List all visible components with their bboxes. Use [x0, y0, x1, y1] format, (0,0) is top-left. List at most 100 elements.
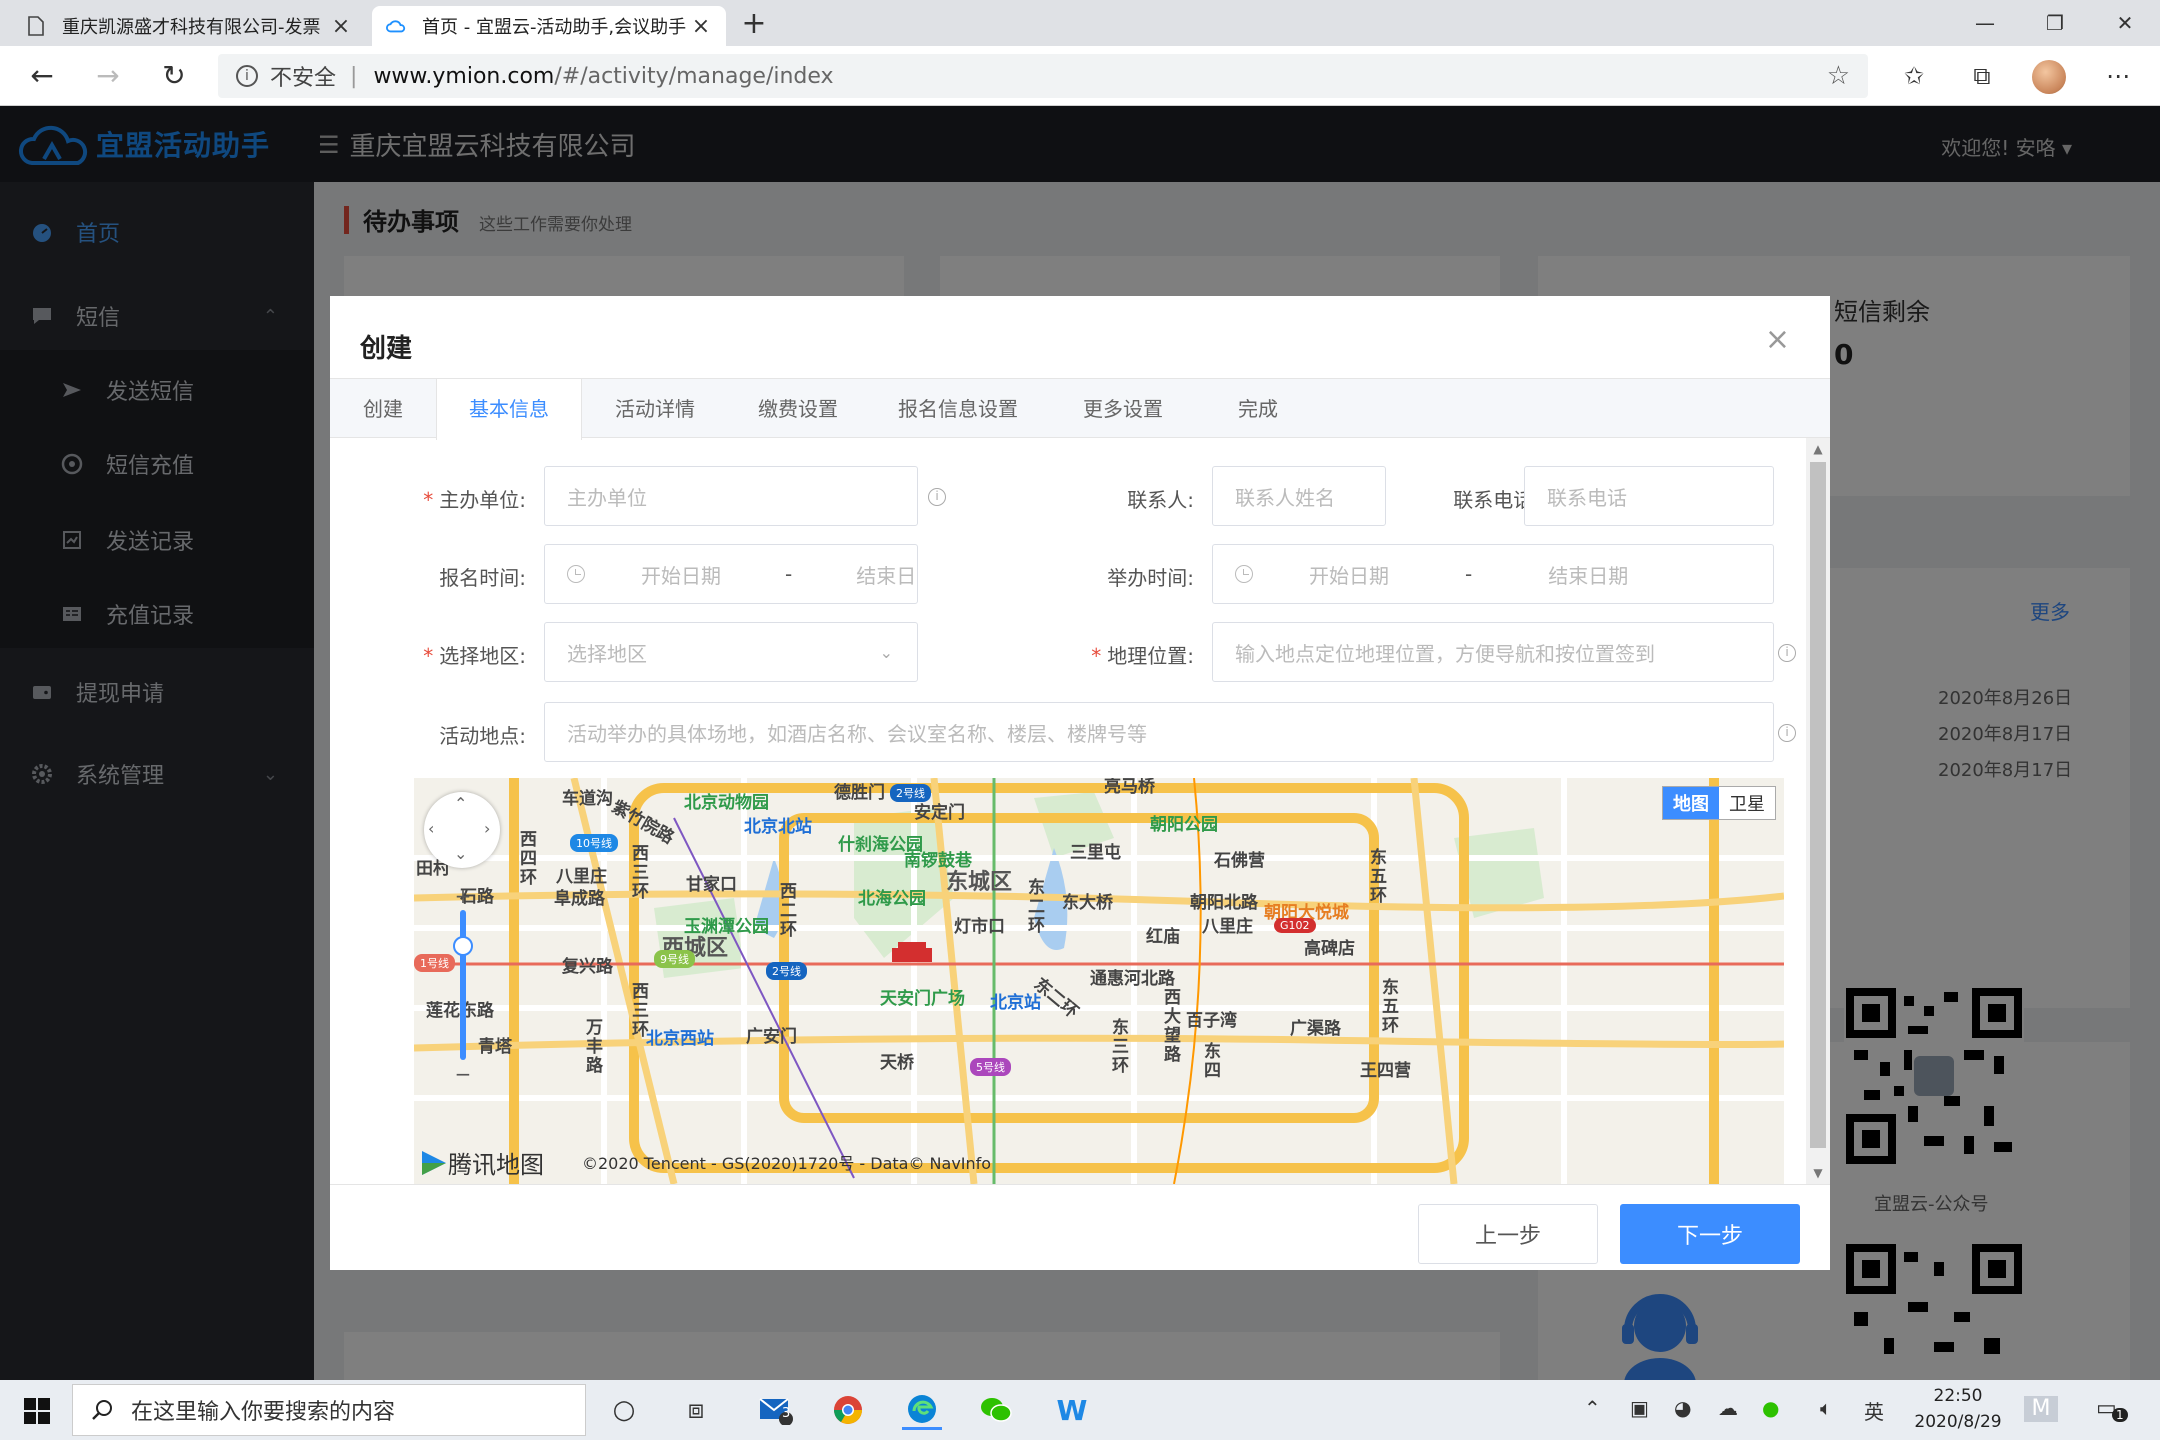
writer-app-icon[interactable]: W [1052, 1390, 1092, 1430]
organizer-input[interactable]: 主办单位 [544, 466, 918, 526]
tab-create[interactable]: 创建 [330, 379, 436, 439]
browser-tab-home[interactable]: 首页 - 宜盟云-活动助手,会议助手 × [372, 6, 726, 46]
wechat-icon[interactable] [976, 1390, 1016, 1430]
map-provider-name: 腾讯地图 [448, 1151, 544, 1179]
end-date-placeholder: 结束日期 [856, 563, 917, 588]
mail-app-icon[interactable]: 3 [756, 1390, 796, 1430]
cortana-icon[interactable]: ○ [604, 1390, 644, 1430]
tray-monitor-icon[interactable]: ▣ [1630, 1396, 1649, 1420]
zoom-slider-handle[interactable] [453, 936, 473, 956]
map-label: G102 [1274, 918, 1316, 933]
signup-date-range[interactable]: 开始日期 - 结束日期 [544, 544, 918, 604]
reload-icon[interactable]: ↻ [154, 56, 194, 96]
zoom-in-icon[interactable]: + [452, 884, 474, 908]
tray-cloud-icon[interactable]: ☁ [1718, 1396, 1738, 1420]
phone-label: 联系电话: [1453, 488, 1540, 512]
map-label: 广渠路 [1290, 1019, 1341, 1039]
forward-icon[interactable]: → [88, 56, 128, 96]
subway-badge: 2号线 [766, 962, 807, 980]
signup-time-label: 报名时间: [439, 566, 526, 590]
zoom-track[interactable] [460, 910, 466, 1060]
contact-input[interactable]: 联系人姓名 [1212, 466, 1386, 526]
geo-location-input[interactable]: 输入地点定位地理位置，方便导航和按位置签到 [1212, 622, 1774, 682]
pan-up-icon[interactable]: ⌃ [454, 794, 467, 813]
dialog-scrollbar[interactable]: ▲ ▼ [1806, 438, 1830, 1184]
notification-center-icon[interactable]: ▭ 1 [2096, 1396, 2136, 1422]
search-icon [92, 1400, 112, 1420]
profile-avatar[interactable] [2032, 60, 2066, 94]
venue-label: 活动地点: [439, 724, 526, 748]
scroll-up-icon[interactable]: ▲ [1806, 442, 1830, 456]
location-map[interactable]: 车道沟 北京动物园 德胜门 亮马桥 紫竹院路 北京北站 安定门 朝阳公园 什刹海… [414, 778, 1784, 1184]
next-step-button[interactable]: 下一步 [1620, 1204, 1800, 1264]
tab-payment-settings[interactable]: 缴费设置 [728, 379, 868, 439]
windows-taskbar: 在这里输入你要搜索的内容 ○ ⧈ 3 W ⌃ ▣ ◕ ☁ ● 🔈︎ 英 22:5… [0, 1380, 2160, 1440]
chrome-icon[interactable] [828, 1390, 868, 1430]
info-icon[interactable]: i [236, 65, 258, 87]
dialog-footer-divider [330, 1184, 1830, 1185]
tab-finish[interactable]: 完成 [1198, 379, 1318, 439]
info-icon[interactable]: i [1778, 644, 1796, 662]
minimize-icon[interactable]: — [1950, 0, 2020, 46]
edge-icon[interactable] [902, 1390, 942, 1430]
tab-activity-details[interactable]: 活动详情 [582, 379, 728, 439]
input-method-indicator[interactable]: 英 [1864, 1396, 1884, 1425]
region-select[interactable]: 选择地区 ⌄ [544, 622, 918, 682]
tray-expand-icon[interactable]: ⌃ [1584, 1396, 1601, 1420]
satellite-view-button[interactable]: 卫星 [1719, 787, 1775, 819]
pan-down-icon[interactable]: ⌄ [454, 844, 467, 863]
tab-basic-info[interactable]: 基本信息 [436, 379, 582, 440]
taskbar-date[interactable]: 2020/8/29 [1898, 1412, 2018, 1432]
map-view-button[interactable]: 地图 [1663, 787, 1719, 819]
hold-date-range[interactable]: 开始日期 - 结束日期 [1212, 544, 1774, 604]
favorite-star-icon[interactable]: ☆ [1827, 61, 1850, 91]
close-tab-icon[interactable]: × [690, 14, 712, 39]
venue-input[interactable]: 活动举办的具体场地，如酒店名称、会议室名称、楼层、楼牌号等 [544, 702, 1774, 762]
meet-now-icon[interactable]: M [2024, 1396, 2058, 1422]
subway-badge: 2号线 [890, 784, 931, 802]
map-label: 朝阳北路 [1190, 893, 1258, 913]
close-icon[interactable]: × [1765, 322, 1790, 357]
address-bar[interactable]: i 不安全 | www.ymion.com /#/activity/manage… [218, 54, 1868, 98]
taskbar-time[interactable]: 22:50 [1898, 1386, 2018, 1406]
task-view-icon[interactable]: ⧈ [676, 1390, 716, 1430]
previous-step-button[interactable]: 上一步 [1418, 1204, 1598, 1264]
clock-icon [567, 565, 585, 583]
qq-icon[interactable]: ◕ [1674, 1396, 1691, 1420]
clock-icon [1235, 565, 1253, 583]
browser-tab-invoice[interactable]: 重庆凯源盛才科技有限公司-发票 × [12, 6, 366, 46]
map-label: 广安门 [746, 1027, 797, 1047]
restore-icon[interactable]: ❐ [2020, 0, 2090, 46]
scroll-down-icon[interactable]: ▼ [1806, 1166, 1830, 1180]
map-label: 东二环 [1024, 878, 1044, 935]
pan-right-icon[interactable]: › [484, 819, 490, 838]
map-pan-control[interactable]: ⌃ ⌄ ‹ › [424, 792, 500, 868]
volume-icon[interactable]: 🔈︎ [1820, 1396, 1832, 1420]
map-label: 西三环 [628, 982, 648, 1039]
zoom-out-icon[interactable]: − [452, 1062, 474, 1086]
pan-left-icon[interactable]: ‹ [428, 819, 434, 838]
info-icon[interactable]: i [1778, 724, 1796, 742]
tab-more-settings[interactable]: 更多设置 [1048, 379, 1198, 439]
browser-tab-title: 首页 - 宜盟云-活动助手,会议助手 [422, 17, 687, 38]
range-separator: - [1465, 562, 1473, 586]
close-tab-icon[interactable]: × [330, 14, 352, 39]
map-label: 亮马桥 [1104, 778, 1155, 797]
favorites-icon[interactable]: ✩ [1894, 56, 1934, 96]
map-label: 东城区 [946, 870, 1013, 895]
taskbar-search-box[interactable]: 在这里输入你要搜索的内容 [72, 1384, 586, 1436]
more-menu-icon[interactable]: ⋯ [2098, 56, 2138, 96]
close-window-icon[interactable]: ✕ [2090, 0, 2160, 46]
wechat-tray-icon[interactable]: ● [1762, 1396, 1779, 1420]
subway-badge: 9号线 [654, 950, 695, 968]
scrollbar-thumb[interactable] [1810, 462, 1826, 1148]
collections-icon[interactable]: ⧉ [1962, 56, 2002, 96]
back-icon[interactable]: ← [22, 56, 62, 96]
tab-signup-info-settings[interactable]: 报名信息设置 [868, 379, 1048, 439]
contact-label: 联系人: [1127, 488, 1194, 512]
new-tab-button[interactable]: + [736, 6, 772, 42]
region-label: * 选择地区: [423, 644, 526, 668]
windows-start-icon[interactable] [24, 1398, 50, 1424]
security-label: 不安全 [270, 66, 337, 91]
phone-input[interactable]: 联系电话 [1524, 466, 1774, 526]
